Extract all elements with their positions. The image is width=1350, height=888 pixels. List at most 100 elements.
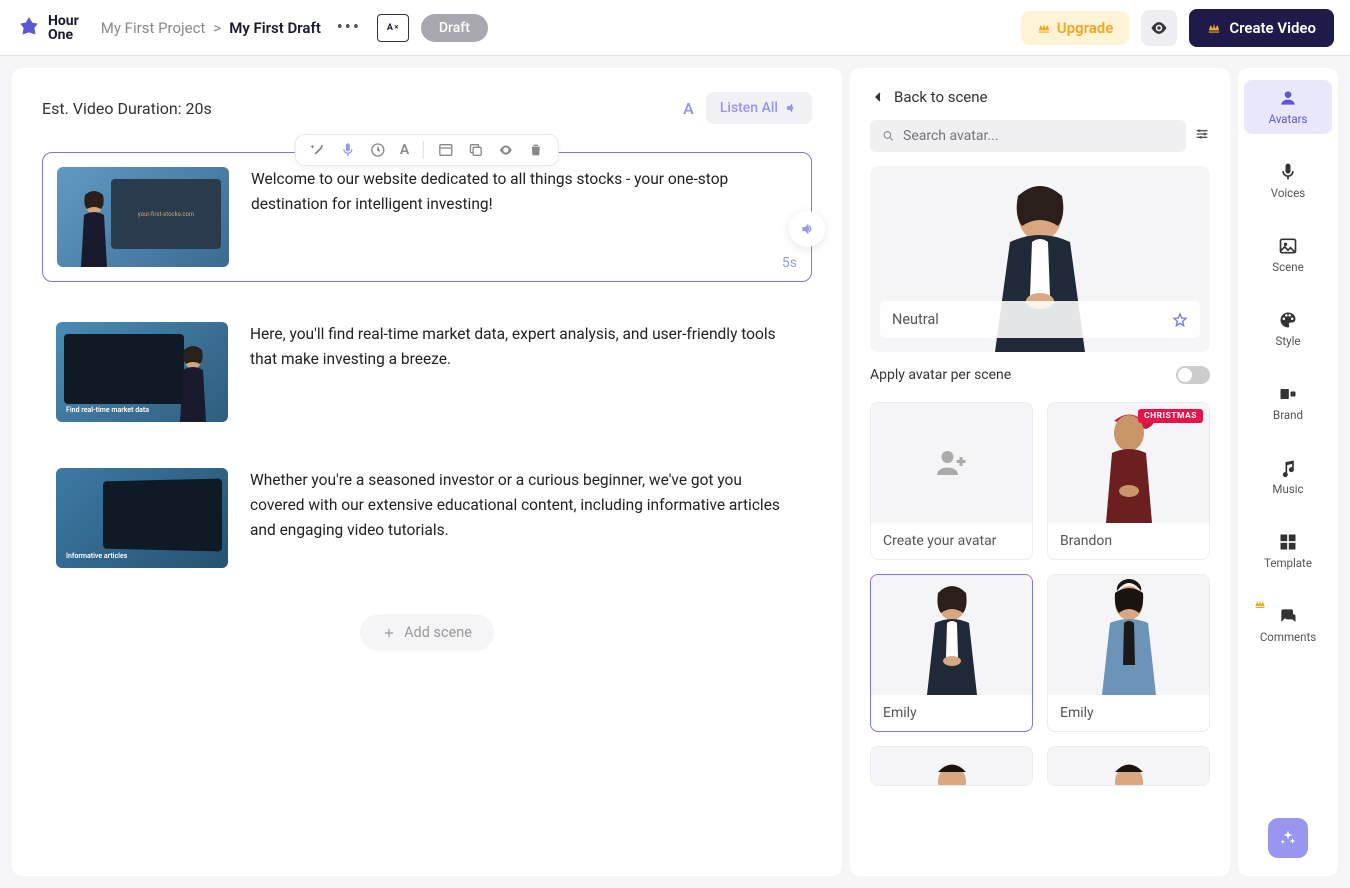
play-scene-button[interactable] — [789, 211, 825, 247]
rail-music[interactable]: Music — [1244, 450, 1332, 504]
rail-comments[interactable]: Comments — [1244, 598, 1332, 652]
add-user-icon — [934, 445, 970, 481]
hero-avatar-preview[interactable]: Neutral — [870, 166, 1210, 352]
christmas-badge: CHRISTMAS — [1138, 409, 1203, 423]
palette-icon — [1278, 310, 1298, 330]
scene-text[interactable]: Welcome to our website dedicated to all … — [251, 167, 797, 267]
clock-icon[interactable] — [370, 142, 386, 158]
scene-duration: 5s — [782, 255, 797, 271]
magic-button[interactable] — [1268, 818, 1308, 858]
image-icon — [1278, 236, 1298, 256]
layout-icon[interactable] — [438, 142, 454, 158]
user-icon — [1278, 88, 1298, 108]
apply-avatar-label: Apply avatar per scene — [870, 367, 1011, 383]
editor-panel: Est. Video Duration: 20s A Listen All A — [12, 68, 842, 876]
language-button[interactable]: A✕ — [377, 14, 409, 42]
breadcrumb: My First Project > My First Draft — [101, 19, 321, 37]
draft-status-badge: Draft — [421, 14, 488, 42]
breadcrumb-separator: > — [213, 19, 221, 37]
breadcrumb-project[interactable]: My First Project — [101, 19, 206, 37]
back-to-scene[interactable]: Back to scene — [870, 88, 1210, 106]
crown-icon — [1254, 598, 1266, 613]
delete-icon[interactable] — [528, 142, 544, 158]
logo-text-1: Hour — [48, 14, 79, 28]
more-button[interactable]: ••• — [333, 12, 365, 44]
scene-thumbnail[interactable]: Informative articles — [56, 468, 228, 568]
star-icon[interactable] — [1172, 312, 1188, 328]
logo[interactable]: Hour One — [16, 14, 79, 42]
scene-3[interactable]: Informative articles Whether you're a se… — [42, 468, 812, 568]
add-scene-row: Add scene — [42, 614, 812, 651]
avatar-figure — [907, 575, 997, 695]
volume-icon — [784, 101, 798, 115]
arrow-left-icon — [870, 89, 886, 105]
filter-button[interactable] — [1194, 126, 1210, 146]
create-avatar-card[interactable]: Create your avatar — [870, 402, 1033, 560]
scene-text[interactable]: Whether you're a seasoned investor or a … — [250, 468, 798, 568]
main-layout: Est. Video Duration: 20s A Listen All A — [0, 56, 1350, 888]
search-icon — [882, 129, 895, 143]
crown-icon — [1037, 21, 1051, 35]
sliders-icon — [1194, 126, 1210, 142]
visibility-icon[interactable] — [498, 142, 514, 158]
avatar-grid: Create your avatar CHRISTMAS Brandon — [870, 402, 1210, 786]
comments-icon — [1278, 606, 1298, 626]
avatar-panel: Back to scene Neutral — [850, 68, 1230, 876]
eye-icon — [1149, 18, 1169, 38]
wand-icon[interactable] — [310, 142, 326, 158]
crown-icon — [1207, 21, 1221, 35]
rail-avatars[interactable]: Avatars — [1244, 80, 1332, 134]
font-button[interactable]: A — [683, 99, 694, 118]
scene-row-wrap: A your-first-stocks.com Welcome to our w… — [42, 152, 812, 282]
right-rail: Avatars Voices Scene Style Brand Music T… — [1238, 68, 1338, 876]
listen-all-button[interactable]: Listen All — [706, 92, 812, 124]
grid-icon — [1278, 532, 1298, 552]
rail-scene[interactable]: Scene — [1244, 228, 1332, 282]
rail-template[interactable]: Template — [1244, 524, 1332, 578]
copy-icon[interactable] — [468, 142, 484, 158]
avatar-figure — [1084, 575, 1174, 695]
hero-overlay: Neutral — [880, 301, 1200, 338]
scene-2[interactable]: Find real-time market data Here, you'll … — [42, 322, 812, 422]
avatar-card-extra-1[interactable] — [870, 746, 1033, 786]
add-scene-button[interactable]: Add scene — [360, 614, 494, 651]
avatar-card-brandon[interactable]: CHRISTMAS Brandon — [1047, 402, 1210, 560]
apply-avatar-toggle[interactable] — [1176, 366, 1210, 384]
text-icon[interactable]: A — [400, 142, 409, 158]
music-icon — [1278, 458, 1298, 478]
volume-icon — [799, 221, 815, 237]
search-input[interactable] — [903, 128, 1174, 144]
avatar-figure — [907, 747, 997, 786]
preview-button[interactable] — [1141, 10, 1177, 46]
scene-1[interactable]: your-first-stocks.com Welcome to our web… — [42, 152, 812, 282]
scene-thumbnail[interactable]: your-first-stocks.com — [57, 167, 229, 267]
plus-icon — [382, 626, 396, 640]
mic-icon — [1278, 162, 1298, 182]
scene-thumbnail[interactable]: Find real-time market data — [56, 322, 228, 422]
scene-toolbar: A — [295, 134, 559, 166]
apply-avatar-row: Apply avatar per scene — [870, 366, 1210, 384]
avatar-card-emily-2[interactable]: Emily — [1047, 574, 1210, 732]
avatar-mood-label: Neutral — [892, 311, 939, 328]
create-video-button[interactable]: Create Video — [1189, 9, 1334, 47]
search-row — [870, 120, 1210, 152]
avatar-card-emily-1[interactable]: Emily — [870, 574, 1033, 732]
logo-icon — [16, 15, 42, 41]
upgrade-button[interactable]: Upgrade — [1021, 11, 1130, 45]
avatar-card-label: Emily — [1048, 695, 1209, 731]
scene-text[interactable]: Here, you'll find real-time market data,… — [250, 322, 798, 422]
mic-icon[interactable] — [340, 142, 356, 158]
rail-voices[interactable]: Voices — [1244, 154, 1332, 208]
avatar-card-label: Create your avatar — [871, 523, 1032, 559]
brand-icon — [1278, 384, 1298, 404]
rail-style[interactable]: Style — [1244, 302, 1332, 356]
rail-brand[interactable]: Brand — [1244, 376, 1332, 430]
avatar-card-label: Brandon — [1048, 523, 1209, 559]
breadcrumb-draft[interactable]: My First Draft — [229, 19, 321, 37]
search-box[interactable] — [870, 120, 1186, 152]
editor-top-bar: Est. Video Duration: 20s A Listen All — [42, 92, 812, 124]
avatar-card-extra-2[interactable] — [1047, 746, 1210, 786]
logo-text-2: One — [48, 28, 79, 42]
avatar-card-label: Emily — [871, 695, 1032, 731]
avatar-figure — [1084, 747, 1174, 786]
